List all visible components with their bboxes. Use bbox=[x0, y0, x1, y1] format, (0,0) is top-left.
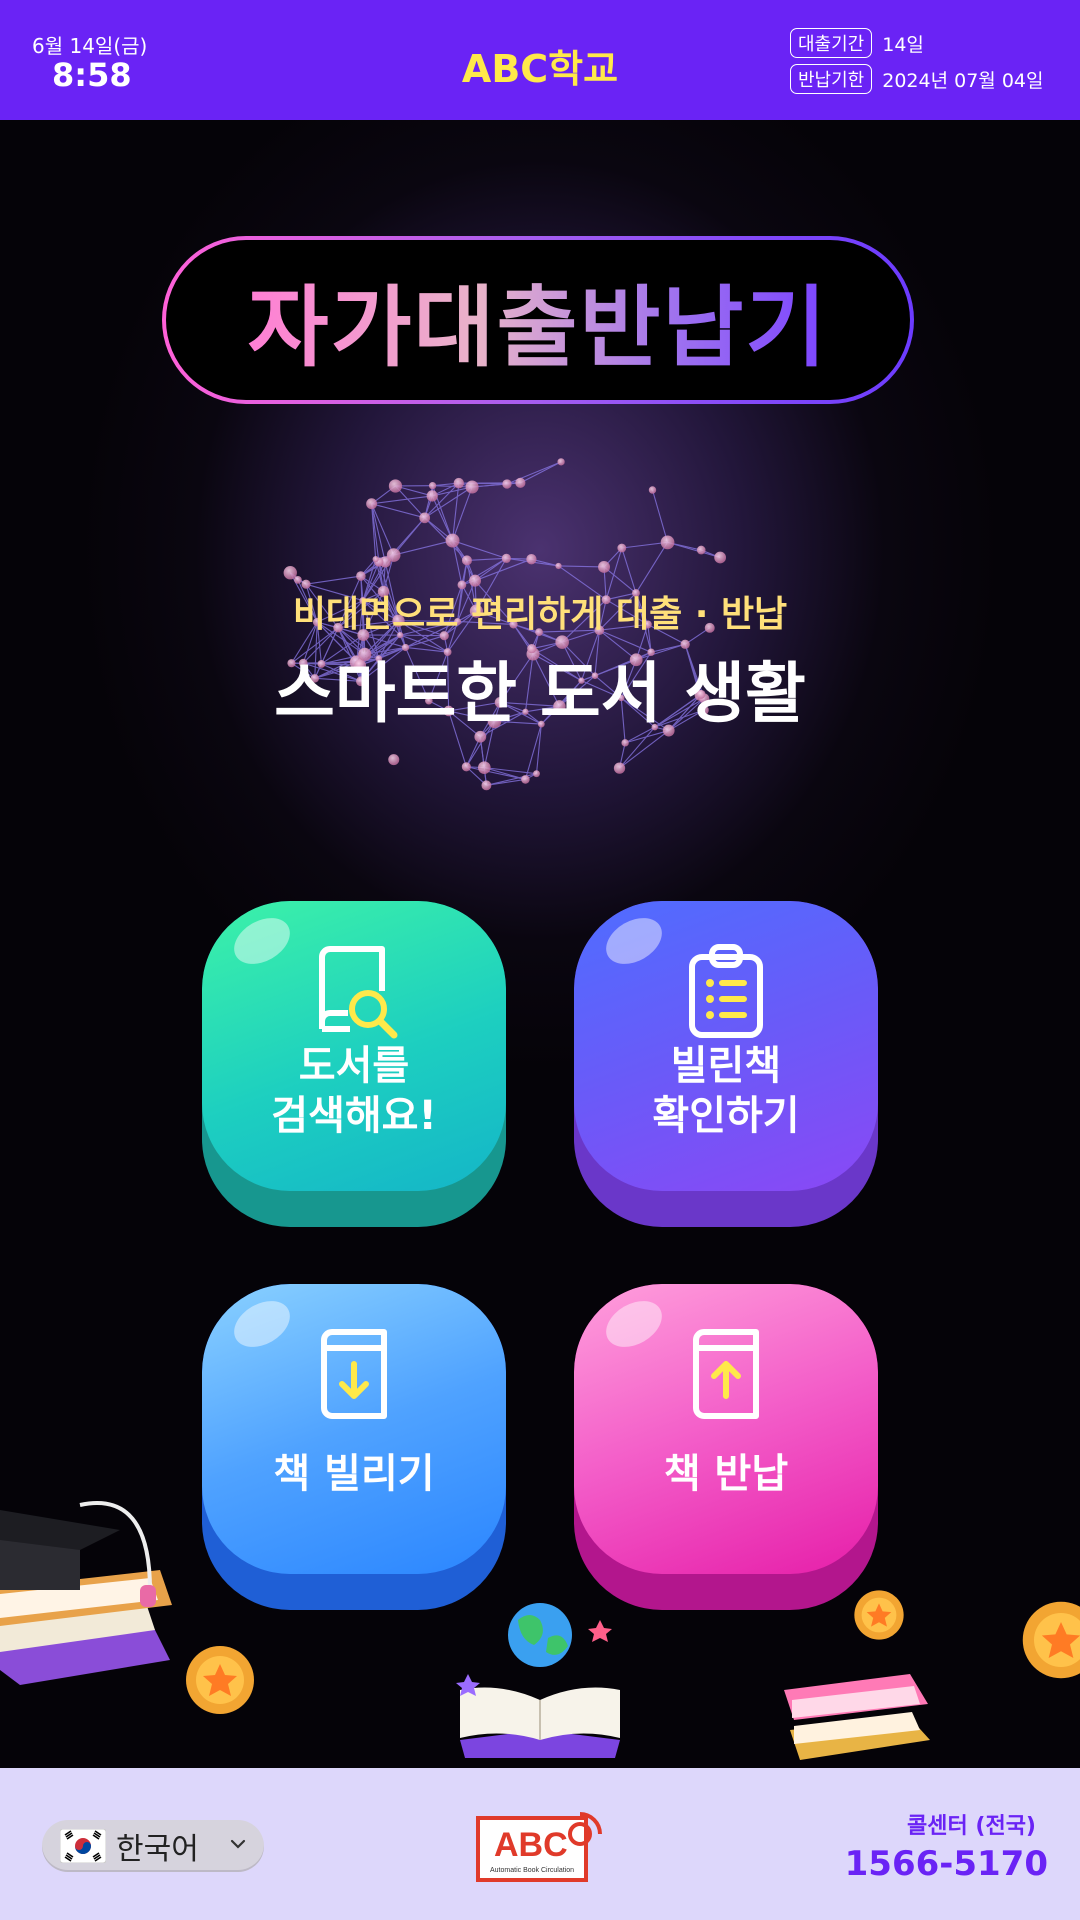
network-node bbox=[283, 566, 297, 580]
call-center-label: 콜센터 (전국) bbox=[907, 1814, 1036, 1839]
borrow-book-label: 책 빌리기 bbox=[273, 1451, 435, 1497]
network-node bbox=[555, 562, 562, 570]
bottom-bar: 한국어 ABC Automatic Book Circulation 콜센터 (… bbox=[0, 1768, 1080, 1920]
network-node bbox=[366, 498, 378, 510]
network-node bbox=[445, 533, 460, 548]
network-node bbox=[453, 477, 465, 489]
korea-flag-icon bbox=[60, 1829, 106, 1863]
open-book-globe-illustration bbox=[456, 1603, 620, 1758]
network-node bbox=[502, 479, 512, 489]
network-node bbox=[617, 543, 627, 553]
network-node bbox=[428, 482, 437, 490]
network-node bbox=[372, 556, 379, 563]
network-link bbox=[520, 461, 562, 484]
loan-period-value: 14일 bbox=[882, 33, 924, 56]
return-book-button[interactable]: 책 반납 bbox=[574, 1284, 878, 1610]
search-books-label-2: 검색해요! bbox=[271, 1093, 437, 1139]
network-node bbox=[660, 535, 675, 550]
network-link bbox=[305, 575, 361, 585]
loan-period-tag: 대출기간 bbox=[790, 28, 873, 58]
network-node bbox=[419, 512, 431, 524]
network-link bbox=[651, 489, 669, 543]
star-coin-icon bbox=[1022, 1601, 1080, 1679]
return-book-label: 책 반납 bbox=[663, 1451, 789, 1497]
network-node bbox=[696, 545, 706, 555]
network-node bbox=[533, 770, 540, 778]
star-coin-icon bbox=[186, 1646, 254, 1714]
abc-logo: ABC Automatic Book Circulation bbox=[476, 1812, 602, 1882]
network-link bbox=[393, 517, 426, 556]
check-borrowed-label-1: 빌린책 bbox=[670, 1043, 782, 1089]
network-node bbox=[388, 479, 403, 493]
top-status-bar: 6월 14일(금) 8:58 ABC학교 대출기간 14일 반납기한 2024년… bbox=[0, 0, 1080, 120]
network-node bbox=[356, 571, 366, 581]
network-node bbox=[481, 780, 492, 791]
svg-text:Automatic Book Circulation: Automatic Book Circulation bbox=[490, 1867, 574, 1874]
network-node bbox=[461, 762, 471, 772]
graduation-cap-books-illustration bbox=[0, 1501, 172, 1685]
network-link bbox=[506, 461, 562, 485]
network-link bbox=[558, 565, 605, 568]
network-link bbox=[371, 503, 425, 519]
network-node bbox=[501, 553, 511, 563]
due-date-tag: 반납기한 bbox=[790, 64, 873, 94]
search-books-button[interactable]: 도서를 검색해요! bbox=[202, 901, 506, 1227]
main-screen: 자가대출반납기 비대면으로 편리하게 대출 · 반납 스마트한 도서 생활 도서… bbox=[0, 120, 1080, 1768]
headline: 스마트한 도서 생활 bbox=[274, 655, 806, 732]
network-node bbox=[465, 480, 479, 494]
title-banner: 자가대출반납기 bbox=[162, 236, 914, 404]
network-link bbox=[621, 541, 668, 549]
network-node bbox=[526, 554, 537, 565]
book-download-icon bbox=[321, 1329, 387, 1419]
language-label: 한국어 bbox=[116, 1832, 199, 1867]
book-stack-illustration bbox=[784, 1674, 930, 1760]
network-node bbox=[613, 762, 626, 774]
language-selector[interactable]: 한국어 bbox=[42, 1820, 264, 1872]
network-node bbox=[648, 486, 657, 494]
due-date-value: 2024년 07월 04일 bbox=[882, 69, 1044, 92]
network-node bbox=[515, 477, 526, 488]
network-link bbox=[466, 557, 507, 561]
svg-text:ABC: ABC bbox=[494, 1826, 568, 1864]
loan-info: 대출기간 14일 반납기한 2024년 07월 04일 bbox=[790, 28, 1050, 100]
network-node bbox=[621, 739, 629, 747]
chevron-down-icon bbox=[230, 1839, 246, 1849]
star-coin-icon bbox=[854, 1590, 904, 1640]
network-link bbox=[474, 558, 532, 582]
clipboard-list-icon bbox=[689, 944, 763, 1038]
network-node bbox=[477, 761, 491, 774]
page-title: 자가대출반납기 bbox=[248, 257, 829, 384]
network-node bbox=[557, 458, 565, 466]
network-node bbox=[426, 490, 438, 502]
book-search-icon bbox=[319, 946, 398, 1039]
network-node bbox=[714, 551, 727, 564]
network-node bbox=[598, 560, 610, 573]
network-link bbox=[619, 730, 670, 769]
borrow-book-button[interactable]: 책 빌리기 bbox=[202, 1284, 506, 1610]
subtitle: 비대면으로 편리하게 대출 · 반납 bbox=[292, 594, 788, 635]
network-node bbox=[386, 548, 401, 562]
network-link bbox=[431, 495, 454, 541]
network-node bbox=[521, 775, 530, 784]
check-borrowed-books-button[interactable]: 빌린책 확인하기 bbox=[574, 901, 878, 1227]
network-node bbox=[388, 754, 400, 766]
book-upload-icon bbox=[693, 1329, 759, 1419]
call-center-number[interactable]: 1566-5170 bbox=[845, 1844, 1048, 1884]
search-books-label-1: 도서를 bbox=[298, 1043, 410, 1089]
network-node bbox=[461, 555, 472, 566]
check-borrowed-label-2: 확인하기 bbox=[652, 1093, 800, 1139]
